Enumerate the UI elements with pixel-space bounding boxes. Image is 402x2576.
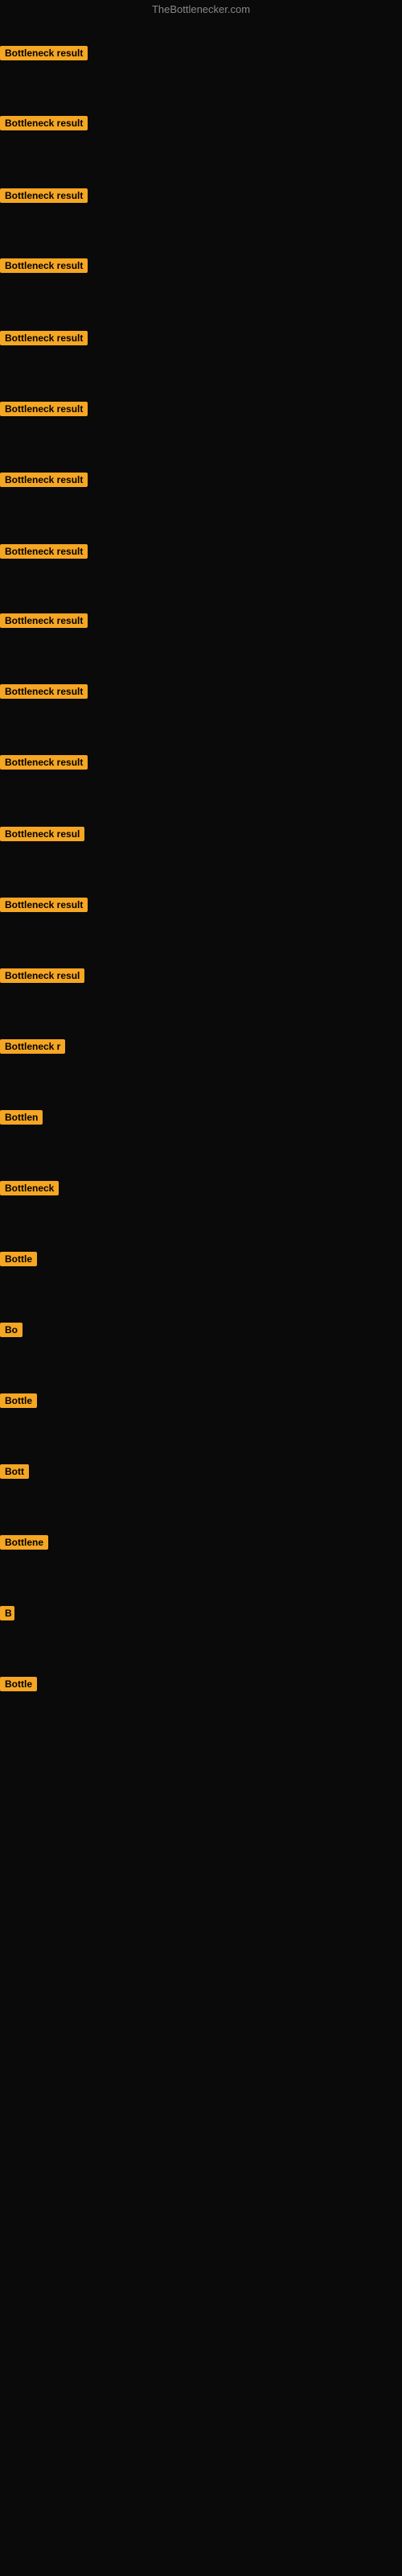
bottleneck-badge-label-2: Bottleneck result	[0, 116, 88, 130]
bottleneck-badge-16[interactable]: Bottlen	[0, 1110, 43, 1129]
site-title: TheBottlenecker.com	[0, 0, 402, 19]
bottleneck-badge-label-24: Bottle	[0, 1677, 37, 1691]
bottleneck-badge-label-4: Bottleneck result	[0, 258, 88, 273]
bottleneck-badge-12[interactable]: Bottleneck resul	[0, 827, 84, 845]
bottleneck-badge-24[interactable]: Bottle	[0, 1677, 37, 1695]
bottleneck-badge-label-5: Bottleneck result	[0, 331, 88, 345]
bottleneck-badge-11[interactable]: Bottleneck result	[0, 755, 88, 774]
bottleneck-badge-10[interactable]: Bottleneck result	[0, 684, 88, 703]
bottleneck-badge-6[interactable]: Bottleneck result	[0, 402, 88, 420]
bottleneck-badge-label-10: Bottleneck result	[0, 684, 88, 699]
bottleneck-badge-17[interactable]: Bottleneck	[0, 1181, 59, 1199]
bottleneck-badge-23[interactable]: B	[0, 1606, 14, 1624]
bottleneck-badge-label-16: Bottlen	[0, 1110, 43, 1125]
bottleneck-badge-label-23: B	[0, 1606, 14, 1620]
bottleneck-badge-label-20: Bottle	[0, 1393, 37, 1408]
bottleneck-badge-8[interactable]: Bottleneck result	[0, 544, 88, 563]
bottleneck-badge-4[interactable]: Bottleneck result	[0, 258, 88, 277]
bottleneck-badge-label-11: Bottleneck result	[0, 755, 88, 770]
bottleneck-badge-14[interactable]: Bottleneck resul	[0, 968, 84, 987]
bottleneck-badge-label-14: Bottleneck resul	[0, 968, 84, 983]
bottleneck-badge-label-12: Bottleneck resul	[0, 827, 84, 841]
bottleneck-badge-5[interactable]: Bottleneck result	[0, 331, 88, 349]
bottleneck-badge-3[interactable]: Bottleneck result	[0, 188, 88, 207]
bottleneck-badge-21[interactable]: Bott	[0, 1464, 29, 1483]
bottleneck-badge-13[interactable]: Bottleneck result	[0, 898, 88, 916]
bottleneck-badge-label-1: Bottleneck result	[0, 46, 88, 60]
bottleneck-badge-label-19: Bo	[0, 1323, 23, 1337]
bottleneck-badge-label-15: Bottleneck r	[0, 1039, 65, 1054]
bottleneck-badge-label-22: Bottlene	[0, 1535, 48, 1550]
bottleneck-badge-label-18: Bottle	[0, 1252, 37, 1266]
bottleneck-badge-19[interactable]: Bo	[0, 1323, 23, 1341]
bottleneck-badge-label-13: Bottleneck result	[0, 898, 88, 912]
bottleneck-badge-label-6: Bottleneck result	[0, 402, 88, 416]
bottleneck-badge-1[interactable]: Bottleneck result	[0, 46, 88, 64]
bottleneck-badge-22[interactable]: Bottlene	[0, 1535, 48, 1554]
bottleneck-badge-2[interactable]: Bottleneck result	[0, 116, 88, 134]
bottleneck-badge-label-7: Bottleneck result	[0, 473, 88, 487]
bottleneck-badge-7[interactable]: Bottleneck result	[0, 473, 88, 491]
bottleneck-badge-18[interactable]: Bottle	[0, 1252, 37, 1270]
bottleneck-badge-label-21: Bott	[0, 1464, 29, 1479]
bottleneck-badge-label-17: Bottleneck	[0, 1181, 59, 1195]
bottleneck-badge-9[interactable]: Bottleneck result	[0, 613, 88, 632]
bottleneck-badge-label-9: Bottleneck result	[0, 613, 88, 628]
bottleneck-badge-15[interactable]: Bottleneck r	[0, 1039, 65, 1058]
bottleneck-badge-label-3: Bottleneck result	[0, 188, 88, 203]
bottleneck-badge-20[interactable]: Bottle	[0, 1393, 37, 1412]
bottleneck-badge-label-8: Bottleneck result	[0, 544, 88, 559]
